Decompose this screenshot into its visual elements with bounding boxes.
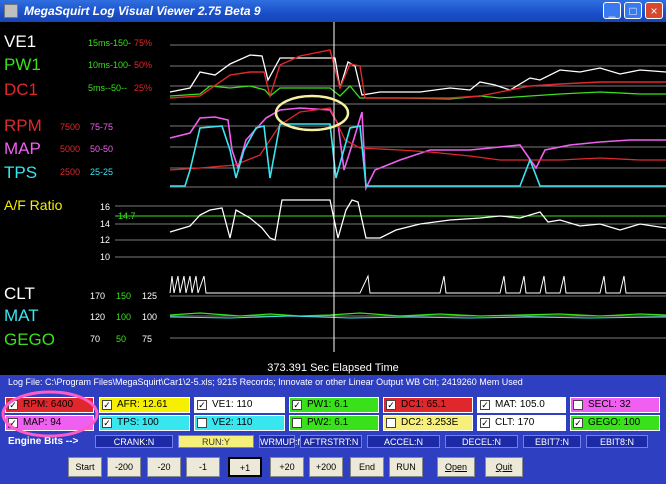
mat-scale-2: 100 (116, 312, 132, 322)
gego-scale-2: 50 (116, 334, 127, 344)
title-bar: MegaSquirt Log Visual Viewer 2.75 Beta 9… (0, 0, 666, 22)
rpm-scale-2: 75-75 (90, 122, 114, 132)
mat-label: MAT (4, 306, 39, 325)
annotation-svg (1, 390, 99, 438)
rpm-label: RPM (4, 116, 42, 135)
map-label: MAP (4, 139, 41, 158)
clt-scale: 170 (90, 291, 106, 301)
clt-scale-3: 125 (142, 291, 158, 301)
dc1-scale: 5ms--50-- (88, 83, 128, 93)
highlight-ellipse (274, 94, 350, 132)
clt-label: CLT (4, 284, 35, 303)
tps-scale: 2500 (60, 167, 81, 177)
mat-trace (169, 312, 666, 317)
tps-scale-2: 25-25 (90, 167, 114, 177)
clt-scale-2: 150 (116, 291, 132, 301)
rpm-map-highlight-ellipse (1, 390, 99, 438)
map-scale: 5000 (60, 144, 81, 154)
ve1-scale: 15ms-150- (88, 38, 132, 48)
mat-scale: 120 (90, 312, 106, 322)
mat-scale-3: 100 (142, 312, 158, 322)
dc1-label: DC1 (4, 80, 39, 99)
tps-trace (170, 123, 666, 187)
pw1-scale: 10ms-100- (88, 60, 132, 70)
pw1-scale-2: 50% (134, 60, 153, 70)
clt-trace (169, 274, 666, 294)
dc1-scale-2: 25% (134, 83, 153, 93)
close-button[interactable]: × (645, 2, 663, 19)
afr-tick-12: 12 (100, 235, 111, 245)
afr-tick-14-7: 14.7 (118, 211, 136, 221)
ve1-label: VE1 (4, 32, 37, 51)
app-icon (4, 4, 18, 18)
afr-tick-14: 14 (100, 219, 111, 229)
control-panel: Log File: C:\Program Files\MegaSquirt\Ca… (0, 375, 666, 484)
maximize-button[interactable]: □ (624, 2, 642, 19)
tps-label: TPS (4, 163, 38, 182)
log-plot-area[interactable]: VE1 15ms-150- 75% PW1 10ms-100- 50% DC1 … (0, 22, 666, 374)
window-title: MegaSquirt Log Visual Viewer 2.75 Beta 9 (24, 4, 261, 18)
afr-label: A/F Ratio (4, 197, 63, 213)
ve1-scale-2: 75% (134, 38, 153, 48)
map-trace (169, 107, 666, 171)
rpm-scale: 7500 (60, 122, 81, 132)
afr-tick-10: 10 (100, 252, 111, 262)
gego-scale-3: 75 (142, 334, 153, 344)
elapsed-time: 373.391 Sec Elapsed Time (0, 361, 666, 375)
map-scale-2: 50-50 (90, 144, 114, 154)
ve1-trace (169, 54, 666, 96)
afr-tick-16: 16 (100, 202, 111, 212)
gego-label: GEGO (4, 330, 56, 349)
minimize-button[interactable]: _ (603, 2, 621, 19)
pw1-label: PW1 (4, 55, 41, 74)
gego-scale: 70 (90, 334, 101, 344)
